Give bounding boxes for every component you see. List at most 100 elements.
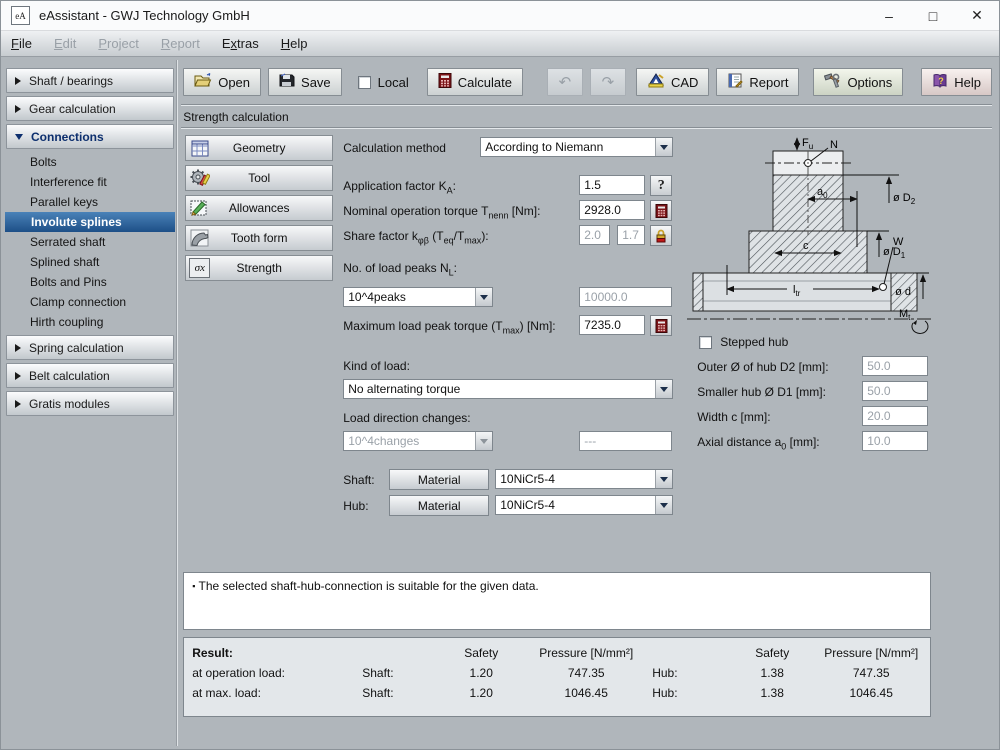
cad-setsquare-icon: [647, 73, 665, 91]
nominal-torque-label: Nominal operation torque Tnenn [Nm]:: [343, 204, 540, 220]
sidebar-section-connections[interactable]: Connections: [6, 124, 174, 149]
nominal-torque-input[interactable]: 2928.0: [579, 200, 645, 220]
dropdown-arrow-button[interactable]: [655, 380, 672, 398]
sidebar-item-hirth-coupling[interactable]: Hirth coupling: [4, 312, 176, 332]
undo-icon: ↶: [559, 73, 572, 91]
close-button[interactable]: ✕: [955, 1, 999, 30]
svg-text:Fu: Fu: [802, 137, 813, 151]
kind-of-load-dropdown[interactable]: No alternating torque: [343, 379, 673, 399]
tooth-form-button[interactable]: Tooth form: [185, 225, 333, 251]
open-folder-icon: [194, 73, 212, 91]
app-factor-label: Application factor KA:: [343, 179, 456, 195]
max-torque-label: Maximum load peak torque (Tmax) [Nm]:: [343, 319, 555, 335]
calculator-icon: [655, 204, 668, 218]
help-value-button[interactable]: ?: [650, 175, 672, 196]
sidebar-item-clamp-connection[interactable]: Clamp connection: [4, 292, 176, 312]
undo-button: ↶: [547, 68, 583, 96]
smaller-hub-d1-label: Smaller hub Ø D1 [mm]:: [697, 385, 826, 399]
calc-method-dropdown[interactable]: According to Niemann: [480, 137, 673, 157]
checkbox-icon: [358, 76, 371, 89]
share-factor-label: Share factor kφβ (Teq/Tmax):: [343, 229, 488, 245]
app-factor-input[interactable]: 1.5: [579, 175, 645, 195]
hub-pressure-operation: 747.35: [820, 666, 922, 680]
menu-report: Report: [161, 36, 200, 51]
shaft-material-button[interactable]: Material: [389, 469, 489, 490]
result-col-pressure-2: Pressure [N/mm²]: [820, 646, 922, 660]
kind-of-load-label: Kind of load:: [343, 359, 410, 373]
sidebar-item-bolts[interactable]: Bolts: [4, 152, 176, 172]
axial-distance-label: Axial distance a0 [mm]:: [697, 435, 819, 451]
stepped-hub-checkbox[interactable]: Stepped hub: [699, 335, 788, 349]
help-button[interactable]: ? Help: [921, 68, 992, 96]
geometry-button[interactable]: Geometry: [185, 135, 333, 161]
local-checkbox[interactable]: Local: [358, 75, 409, 90]
report-button[interactable]: Report: [716, 68, 799, 96]
dropdown-arrow-button[interactable]: [475, 288, 492, 306]
result-col-pressure: Pressure [N/mm²]: [520, 646, 652, 660]
cad-button[interactable]: CAD: [636, 68, 709, 96]
hub-material-button[interactable]: Material: [389, 495, 489, 516]
shaft-safety-operation: 1.20: [442, 666, 520, 680]
chevron-right-icon: [15, 400, 21, 408]
save-button[interactable]: Save: [268, 68, 342, 96]
sidebar-item-interference-fit[interactable]: Interference fit: [4, 172, 176, 192]
options-button[interactable]: Options: [813, 68, 903, 96]
width-c-label: Width c [mm]:: [697, 410, 770, 424]
hub-safety-operation: 1.38: [724, 666, 820, 680]
save-floppy-icon: [279, 73, 295, 91]
menu-help[interactable]: Help: [281, 36, 308, 51]
sidebar-section-belt-calculation[interactable]: Belt calculation: [6, 363, 174, 388]
hub-material-dropdown[interactable]: 10NiCr5-4: [495, 495, 673, 515]
result-row-label: at max. load:: [192, 686, 362, 700]
sidebar-item-bolts-and-pins[interactable]: Bolts and Pins: [4, 272, 176, 292]
sidebar-section-shaft-bearings[interactable]: Shaft / bearings: [6, 68, 174, 93]
strength-form: Geometry Tool Allowances Tooth form σx S…: [177, 129, 996, 746]
menubar: File Edit Project Report Extras Help: [1, 31, 999, 57]
tool-button[interactable]: Tool: [185, 165, 333, 191]
chevron-down-icon: [15, 134, 23, 140]
chevron-right-icon: [15, 372, 21, 380]
titlebar: eA eAssistant - GWJ Technology GmbH – □ …: [1, 1, 999, 31]
dropdown-arrow-button: [475, 432, 492, 450]
calculate-button[interactable]: Calculate: [427, 68, 523, 96]
sidebar-section-gratis-modules[interactable]: Gratis modules: [6, 391, 174, 416]
allowances-button[interactable]: Allowances: [185, 195, 333, 221]
chevron-right-icon: [15, 344, 21, 352]
torque-calculator-button[interactable]: [650, 200, 672, 221]
sidebar-section-gear-calculation[interactable]: Gear calculation: [6, 96, 174, 121]
dropdown-arrow-button[interactable]: [655, 470, 672, 488]
lock-button[interactable]: [650, 225, 672, 246]
shaft-pressure-max: 1046.45: [520, 686, 652, 700]
max-torque-input[interactable]: 7235.0: [579, 315, 645, 335]
chevron-down-icon: [660, 503, 668, 508]
redo-icon: ↷: [602, 73, 615, 91]
report-document-icon: [727, 73, 743, 91]
sidebar-item-involute-splines[interactable]: Involute splines: [5, 212, 175, 232]
chevron-down-icon: [480, 295, 488, 300]
svg-text:W: W: [893, 236, 904, 248]
tooth-form-gear-icon: [189, 228, 210, 248]
svg-text:c: c: [803, 240, 809, 252]
sidebar-section-spring-calculation[interactable]: Spring calculation: [6, 335, 174, 360]
svg-text:ø D1: ø D1: [883, 246, 906, 260]
dropdown-arrow-button[interactable]: [655, 138, 672, 156]
minimize-button[interactable]: –: [867, 1, 911, 30]
shaft-material-dropdown[interactable]: 10NiCr5-4: [495, 469, 673, 489]
outer-hub-d2-input: 50.0: [862, 356, 928, 376]
maximize-button[interactable]: □: [911, 1, 955, 30]
message-box: ▪ The selected shaft-hub-connection is s…: [183, 572, 931, 630]
dropdown-arrow-button[interactable]: [655, 496, 672, 514]
load-peaks-dropdown[interactable]: 10^4peaks: [343, 287, 493, 307]
sidebar-item-serrated-shaft[interactable]: Serrated shaft: [4, 232, 176, 252]
sidebar-item-splined-shaft[interactable]: Splined shaft: [4, 252, 176, 272]
strength-button[interactable]: σx Strength: [185, 255, 333, 281]
load-direction-label: Load direction changes:: [343, 411, 470, 425]
sidebar-item-parallel-keys[interactable]: Parallel keys: [4, 192, 176, 212]
svg-text:ø d: ø d: [895, 286, 911, 298]
svg-text:ø D2: ø D2: [893, 192, 916, 206]
menu-file[interactable]: File: [11, 36, 32, 51]
menu-extras[interactable]: Extras: [222, 36, 259, 51]
max-torque-calculator-button[interactable]: [650, 315, 672, 336]
open-button[interactable]: Open: [183, 68, 261, 96]
chevron-right-icon: [15, 105, 21, 113]
